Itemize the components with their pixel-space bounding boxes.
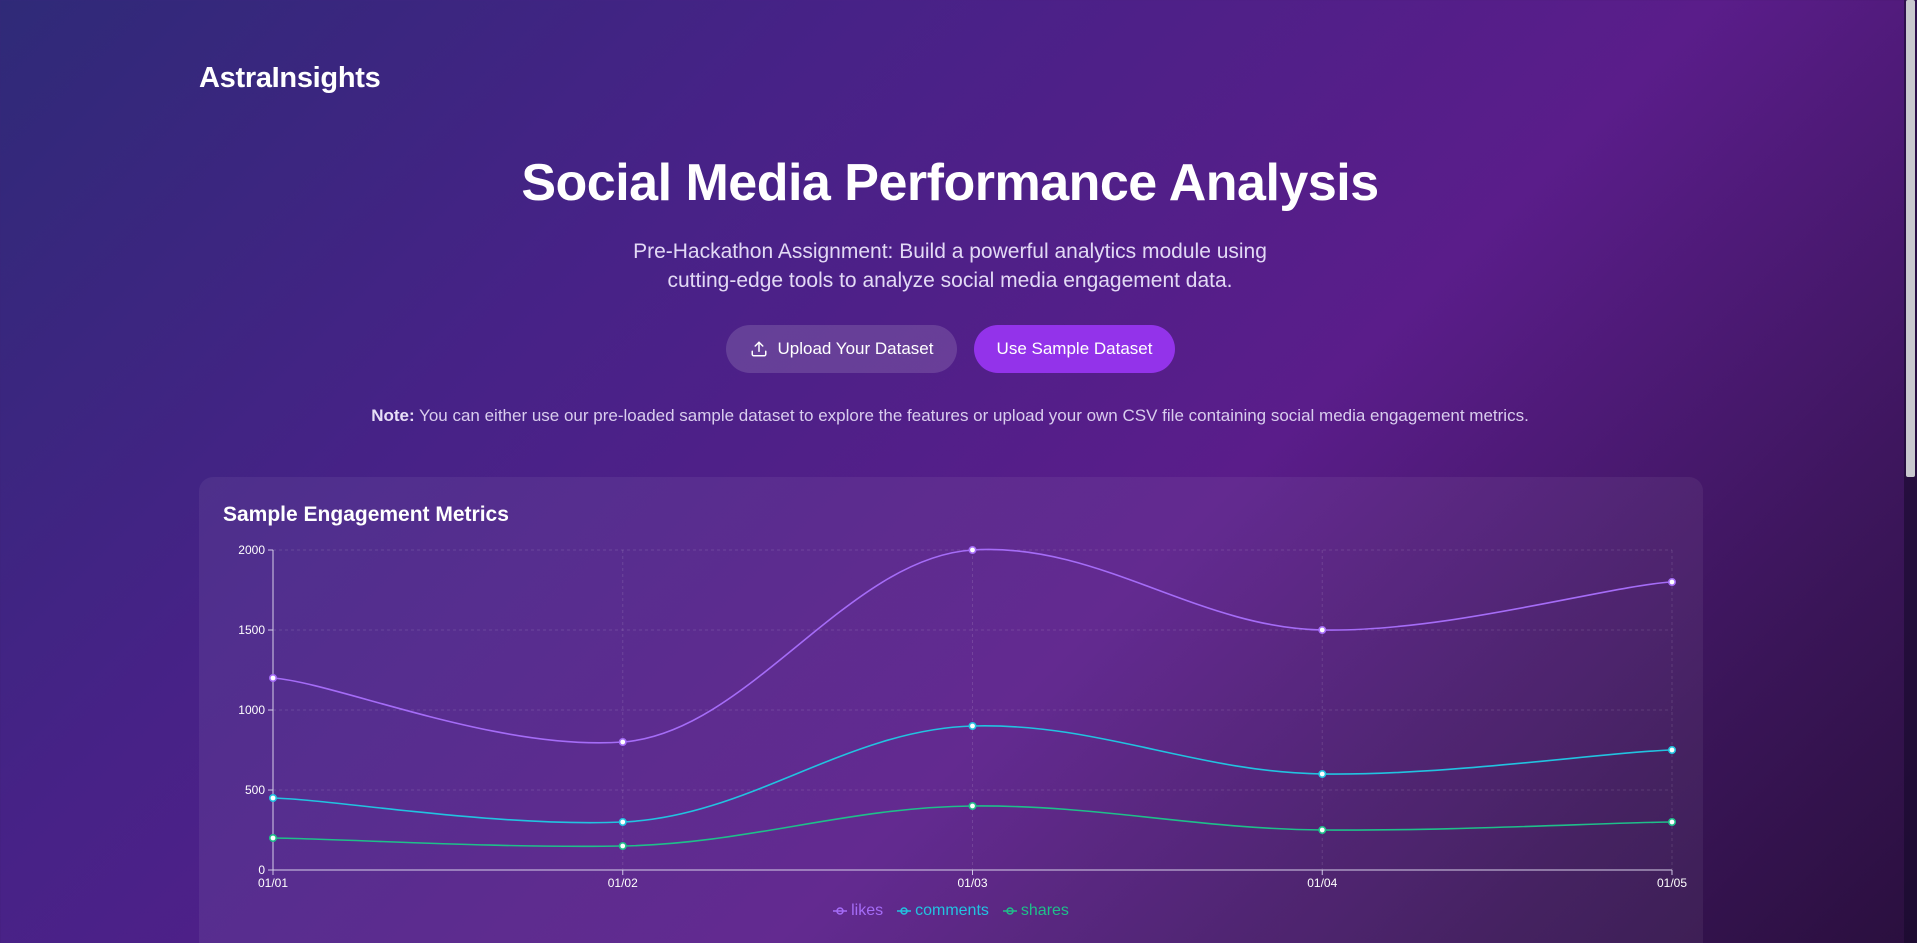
data-point-shares <box>968 801 977 810</box>
engagement-line-chart: 0 500 1000 1500 2000 01/01 01/02 01/03 01/04 01/0… <box>238 543 1687 890</box>
data-point-likes <box>1668 578 1677 587</box>
scrollbar-thumb[interactable] <box>1906 0 1915 477</box>
data-point-shares <box>1668 817 1677 826</box>
data-point-shares <box>1318 825 1327 834</box>
data-point-likes <box>269 674 278 683</box>
legend-item-likes[interactable]: likes <box>833 902 883 920</box>
chart-card: Sample Engagement Metrics 0 500 1000 1500 20… <box>199 477 1703 943</box>
data-point-likes <box>968 546 977 555</box>
y-tick-label: 1000 <box>238 703 265 717</box>
x-tick-label: 01/02 <box>608 876 638 890</box>
legend-swatch <box>897 906 912 916</box>
page-title: Social Media Performance Analysis <box>521 154 1379 212</box>
use-sample-dataset-label: Use Sample Dataset <box>996 339 1153 358</box>
data-point-shares <box>269 833 278 842</box>
x-tick-label: 01/05 <box>1657 876 1687 890</box>
legend-label: likes <box>851 902 884 919</box>
data-point-shares <box>618 841 627 850</box>
y-tick-label: 2000 <box>238 543 265 557</box>
page-subtitle: Pre-Hackathon Assignment: Build a powerf… <box>633 240 1267 292</box>
chart-legend: likes comments shares <box>199 902 1703 920</box>
y-tick-label: 0 <box>258 863 265 877</box>
info-note: Note: You can either use our pre-loaded … <box>0 406 1900 426</box>
legend-label: shares <box>1020 902 1069 919</box>
brand-logo[interactable]: AstraInsights <box>199 62 381 95</box>
legend-swatch <box>833 906 848 916</box>
data-point-likes <box>1318 626 1327 635</box>
legend-swatch <box>1002 906 1017 916</box>
data-point-comments <box>618 817 627 826</box>
upload-dataset-label: Upload Your Dataset <box>777 339 934 358</box>
upload-dataset-button[interactable]: Upload Your Dataset <box>726 325 957 373</box>
data-point-comments <box>968 722 977 731</box>
y-tick-label: 500 <box>245 783 265 797</box>
data-point-comments <box>1668 745 1677 754</box>
legend-item-comments[interactable]: comments <box>897 902 989 920</box>
scrollbar-track[interactable] <box>1904 0 1917 943</box>
legend-label: comments <box>915 902 989 919</box>
data-point-comments <box>269 793 278 802</box>
use-sample-dataset-button[interactable]: Use Sample Dataset <box>974 325 1175 373</box>
note-label: Note: <box>371 406 415 425</box>
upload-icon <box>750 340 768 358</box>
x-tick-label: 01/04 <box>1307 876 1337 890</box>
note-text: You can either use our pre-loaded sample… <box>414 406 1529 425</box>
legend-item-shares[interactable]: shares <box>1002 902 1069 920</box>
x-tick-label: 01/03 <box>957 876 987 890</box>
y-tick-label: 1500 <box>238 623 265 637</box>
x-tick-label: 01/01 <box>258 876 288 890</box>
data-point-comments <box>1318 769 1327 778</box>
data-point-likes <box>618 737 627 746</box>
